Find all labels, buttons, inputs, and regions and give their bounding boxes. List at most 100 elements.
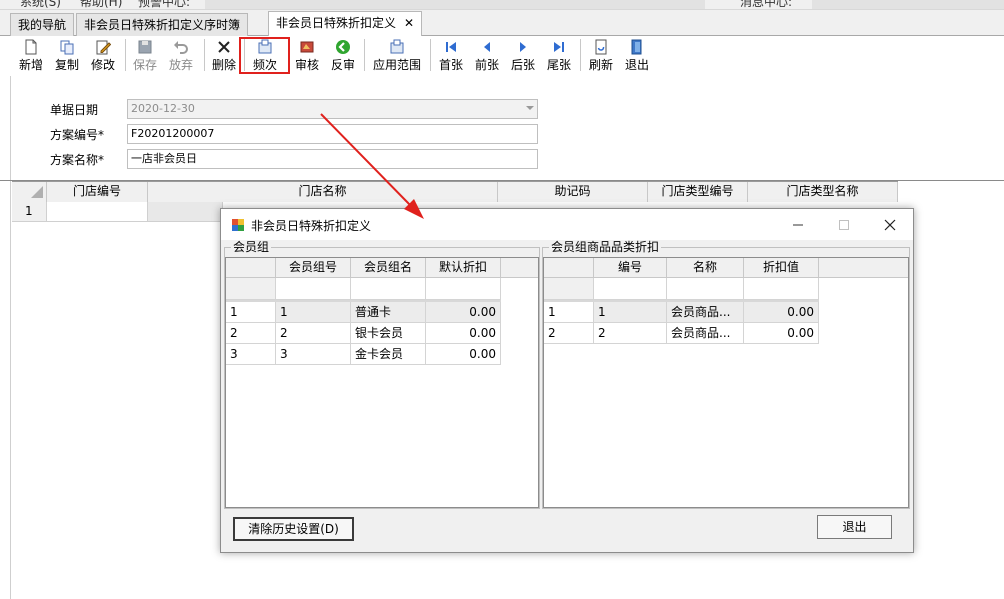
tab-discount-list[interactable]: 非会员日特殊折扣定义序时簿 (76, 13, 249, 36)
clear-history-button[interactable]: 清除历史设置(D) (233, 517, 354, 541)
save-label: 保存 (132, 58, 157, 72)
approve-icon (300, 41, 314, 53)
menu-help[interactable]: 帮助(H) (80, 0, 122, 9)
tab-label: 非会员日特殊折扣定义序时簿 (84, 18, 241, 32)
table-cell[interactable]: 3 (276, 344, 351, 365)
exit-label: 退出 (624, 58, 649, 72)
filter-cell[interactable] (426, 278, 501, 300)
close-button[interactable] (867, 209, 913, 240)
table-cell[interactable] (47, 202, 148, 222)
table-cell[interactable]: 0.00 (426, 344, 501, 365)
column-header[interactable]: 门店名称 (148, 182, 498, 202)
column-header[interactable]: 折扣值 (744, 258, 819, 278)
edit-icon (96, 40, 111, 55)
select-all-icon (31, 186, 43, 198)
table-cell[interactable]: 普通卡 (351, 302, 426, 323)
tab-discount-definition[interactable]: 非会员日特殊折扣定义 ✕ (268, 11, 423, 37)
table-cell[interactable]: 0.00 (426, 323, 501, 344)
save-icon (138, 40, 152, 54)
menu-system[interactable]: 系统(S) (20, 0, 61, 9)
first-button[interactable]: 首张 (436, 36, 466, 74)
undo-icon (174, 41, 188, 54)
code-field[interactable]: F20201200007 (127, 124, 538, 144)
approve-button[interactable]: 审核 (292, 36, 322, 74)
chevron-down-icon[interactable] (526, 106, 534, 110)
table-cell[interactable]: 0.00 (744, 323, 819, 344)
column-header[interactable]: 编号 (594, 258, 667, 278)
table-cell[interactable]: 0.00 (426, 302, 501, 323)
column-header[interactable]: 会员组名 (351, 258, 426, 278)
new-label: 新增 (18, 58, 43, 72)
grid-corner[interactable] (544, 258, 594, 278)
grid-corner[interactable] (12, 182, 47, 202)
copy-button[interactable]: 复制 (50, 36, 84, 74)
date-value: 2020-12-30 (131, 102, 195, 115)
scope-label: 应用范围 (372, 58, 421, 72)
toolbar-separator (580, 39, 581, 71)
name-label: 方案名称* (50, 153, 105, 167)
new-document-icon (25, 39, 37, 55)
message-center-field (812, 0, 1004, 9)
save-button[interactable]: 保存 (130, 36, 160, 74)
left-border (10, 76, 11, 599)
table-cell[interactable]: 2 (276, 323, 351, 344)
edit-button[interactable]: 修改 (86, 36, 120, 74)
filter-cell[interactable] (351, 278, 426, 300)
table-cell[interactable]: 2 (594, 323, 667, 344)
close-icon (884, 219, 896, 231)
refresh-button[interactable]: 刷新 (586, 36, 616, 74)
column-header[interactable]: 名称 (667, 258, 744, 278)
delete-button[interactable]: 删除 (209, 36, 239, 74)
filter-cell[interactable] (276, 278, 351, 300)
column-header[interactable]: 门店编号 (47, 182, 148, 202)
table-cell[interactable]: 1 (594, 302, 667, 323)
table-cell[interactable]: 会员商品... (667, 302, 744, 323)
first-label: 首张 (438, 58, 463, 72)
table-cell[interactable]: 金卡会员 (351, 344, 426, 365)
previous-record-icon (484, 42, 490, 52)
table-cell[interactable]: 1 (276, 302, 351, 323)
unapprove-button[interactable]: 反审 (328, 36, 358, 74)
discard-button[interactable]: 放弃 (166, 36, 196, 74)
filter-row-header (544, 278, 594, 300)
next-button[interactable]: 后张 (508, 36, 538, 74)
column-header[interactable]: 门店类型名称 (748, 182, 898, 202)
filter-cell[interactable] (594, 278, 667, 300)
minimize-button[interactable] (775, 209, 821, 240)
column-header[interactable]: 默认折扣 (426, 258, 501, 278)
tab-my-navigation[interactable]: 我的导航 (10, 13, 75, 36)
refresh-label: 刷新 (588, 58, 613, 72)
row-number: 2 (226, 323, 276, 344)
highlight-box (239, 37, 290, 74)
table-cell[interactable]: 会员商品... (667, 323, 744, 344)
last-button[interactable]: 尾张 (544, 36, 574, 74)
dialog-titlebar[interactable]: 非会员日特殊折扣定义 (221, 209, 913, 240)
row-number: 2 (544, 323, 594, 344)
dialog-exit-button[interactable]: 退出 (817, 515, 892, 539)
date-field[interactable]: 2020-12-30 (127, 99, 538, 119)
column-header[interactable]: 门店类型编号 (648, 182, 748, 202)
column-header[interactable]: 助记码 (498, 182, 648, 202)
table-cell[interactable] (148, 202, 223, 222)
grid-corner[interactable] (226, 258, 276, 278)
table-cell[interactable]: 银卡会员 (351, 323, 426, 344)
filter-cell[interactable] (744, 278, 819, 300)
message-center-label: 消息中心: (740, 0, 793, 9)
filter-cell[interactable] (667, 278, 744, 300)
filter-row-header (226, 278, 276, 300)
name-field[interactable]: 一店非会员日 (127, 149, 538, 169)
table-cell[interactable]: 0.00 (744, 302, 819, 323)
row-number: 3 (226, 344, 276, 365)
exit-button[interactable]: 退出 (622, 36, 652, 74)
date-label: 单据日期 (50, 103, 99, 117)
maximize-button[interactable] (821, 209, 867, 240)
next-record-icon (520, 42, 526, 52)
scope-button[interactable]: 应用范围 (370, 36, 424, 74)
menu-bar: 系统(S) 帮助(H) 预警中心: 消息中心: (0, 0, 1004, 10)
alert-center-label: 预警中心: (138, 0, 191, 9)
column-header[interactable]: 会员组号 (276, 258, 351, 278)
new-button[interactable]: 新增 (14, 36, 48, 74)
close-icon[interactable]: ✕ (404, 16, 414, 30)
toolbar-separator (125, 39, 126, 71)
prev-button[interactable]: 前张 (472, 36, 502, 74)
